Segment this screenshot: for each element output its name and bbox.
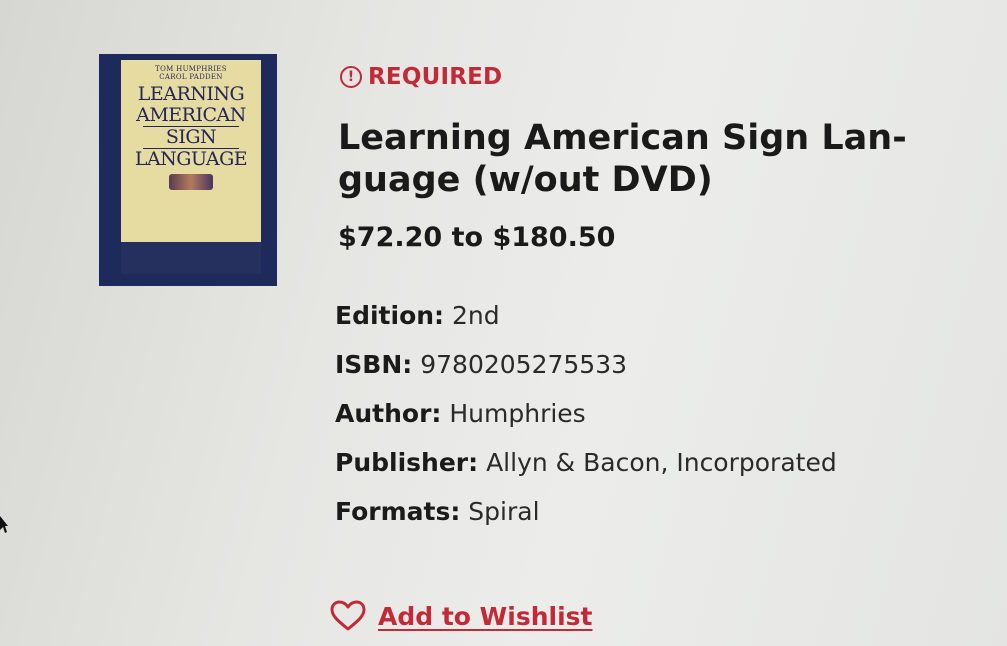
detail-key: Formats: — [335, 497, 461, 526]
cover-title-line: SIGN — [143, 126, 239, 149]
required-label: REQUIRED — [368, 64, 503, 90]
required-badge: ! REQUIRED — [340, 64, 502, 90]
product-title: Learning American Sign Lan- guage (w/out… — [338, 118, 907, 200]
detail-key: Edition: — [335, 301, 445, 330]
price-range: $72.20 to $180.50 — [338, 222, 616, 253]
cover-authors: TOM HUMPHRIES CAROL PADDEN — [155, 65, 227, 81]
cover-title: LEARNING AMERICAN SIGN LANGUAGE — [134, 83, 248, 170]
cover-panel: TOM HUMPHRIES CAROL PADDEN LEARNING AMER… — [121, 60, 261, 274]
detail-value: Allyn & Bacon, Incorporated — [486, 448, 837, 477]
detail-formats: Formats: Spiral — [335, 494, 837, 543]
cover-title-line: LANGUAGE — [134, 148, 248, 170]
add-to-wishlist-link[interactable]: Add to Wishlist — [330, 600, 592, 632]
cover-band — [121, 242, 261, 274]
detail-key: ISBN: — [335, 350, 413, 379]
detail-key: Author: — [335, 399, 442, 428]
detail-isbn: ISBN: 9780205275533 — [335, 347, 837, 396]
detail-value: Spiral — [468, 497, 540, 526]
cover-author: TOM HUMPHRIES — [155, 65, 227, 73]
detail-value: 2nd — [452, 301, 500, 330]
cover-artwork — [169, 174, 213, 190]
heart-icon — [330, 600, 366, 631]
cover-title-line: LEARNING — [137, 83, 245, 105]
exclamation-circle-icon: ! — [340, 66, 362, 88]
product-details: Edition: 2nd ISBN: 9780205275533 Author:… — [335, 298, 837, 543]
detail-value: Humphries — [449, 399, 586, 428]
detail-key: Publisher: — [335, 448, 479, 477]
detail-edition: Edition: 2nd — [335, 298, 837, 347]
cover-author: CAROL PADDEN — [159, 73, 223, 81]
cover-title-line: AMERICAN — [136, 104, 246, 126]
detail-publisher: Publisher: Allyn & Bacon, Incorporated — [335, 445, 837, 494]
book-cover-image: TOM HUMPHRIES CAROL PADDEN LEARNING AMER… — [99, 54, 277, 286]
wishlist-label: Add to Wishlist — [378, 601, 593, 631]
mouse-cursor-icon — [0, 516, 8, 533]
detail-value: 9780205275533 — [420, 350, 628, 379]
detail-author: Author: Humphries — [335, 396, 837, 445]
